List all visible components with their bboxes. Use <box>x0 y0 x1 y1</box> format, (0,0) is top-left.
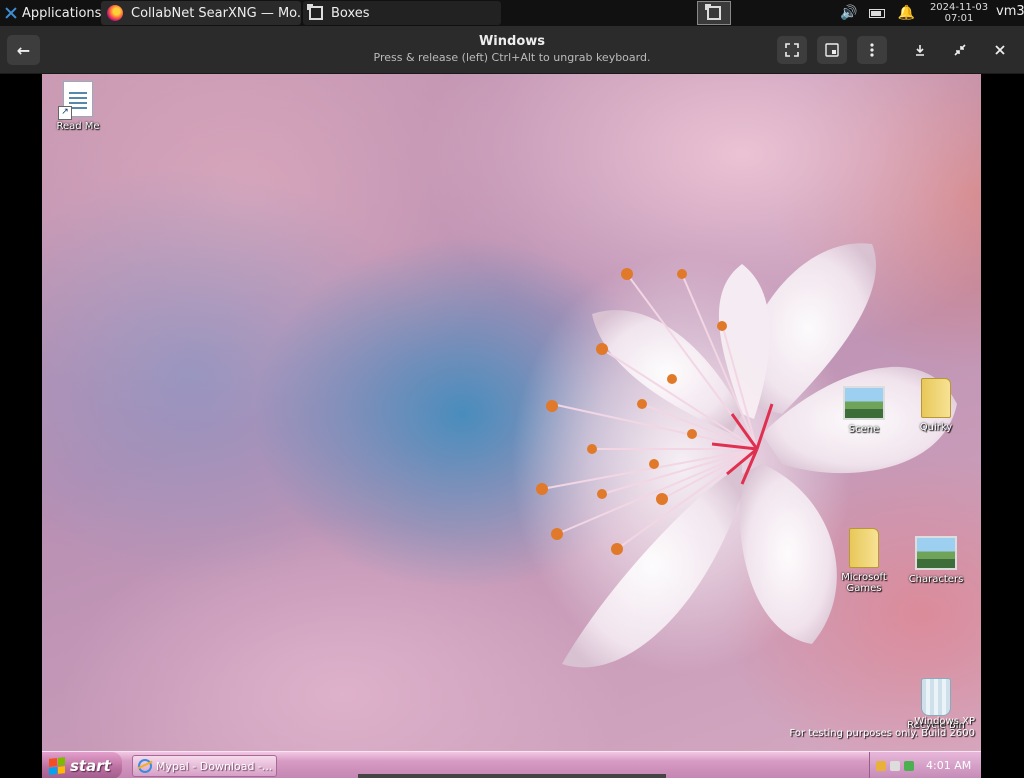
host-clock[interactable]: 2024-11-03 07:01 <box>928 0 990 26</box>
guest-display[interactable]: Read Me Scene Quirky Microsoft Games Cha… <box>42 74 981 778</box>
volume-icon[interactable]: 🔊 <box>840 5 857 21</box>
watermark-line-1: Windows XP <box>914 716 975 727</box>
desktop-icon-scene[interactable]: Scene <box>826 386 902 435</box>
fullscreen-button[interactable] <box>777 36 807 64</box>
watermark-line-2: For testing purposes only. Build 2600 <box>789 728 975 739</box>
taskbar-item-label: Boxes <box>331 5 370 21</box>
desktop-icon-label: Microsoft Games <box>841 572 887 594</box>
desktop-icon-microsoft-games[interactable]: Microsoft Games <box>826 528 902 594</box>
menu-icon <box>870 43 874 57</box>
minimize-icon <box>916 45 924 56</box>
restore-button[interactable] <box>945 36 975 64</box>
taskbar-item-label: Mypal - Download -... <box>156 759 273 773</box>
security-shield-icon[interactable] <box>876 760 886 771</box>
notification-bell-icon[interactable]: 🔔 <box>897 5 914 21</box>
document-icon <box>58 81 93 120</box>
minimize-button[interactable] <box>905 36 935 64</box>
close-icon <box>995 45 1005 55</box>
windows-logo-icon <box>49 756 65 775</box>
system-tray: 🔊 🔔 <box>840 0 915 26</box>
bottom-scroll-indicator <box>358 774 666 778</box>
menu-button[interactable] <box>857 36 887 64</box>
desktop-icon-label: Scene <box>848 424 880 435</box>
clock-date: 2024-11-03 <box>929 2 989 13</box>
xp-clock[interactable]: 4:01 AM <box>926 759 971 772</box>
taskbar-item-firefox[interactable]: CollabNet SearXNG — Mo... <box>101 1 301 25</box>
workspace-button[interactable] <box>697 1 731 25</box>
boxes-header-bar: ← Windows Press & release (left) Ctrl+Al… <box>0 26 1024 74</box>
taskbar-item-label: CollabNet SearXNG — Mo... <box>131 5 301 21</box>
browser-icon <box>138 759 152 773</box>
screenshot-button[interactable] <box>817 36 847 64</box>
restore-icon <box>954 44 966 56</box>
desktop-icon-label: Read Me <box>56 121 100 132</box>
network-icon[interactable] <box>904 760 914 771</box>
close-button[interactable] <box>985 36 1015 64</box>
desktop-icon-characters[interactable]: Characters <box>898 536 974 585</box>
xp-notification-area: 4:01 AM <box>869 752 981 778</box>
build-watermark: Windows XP For testing purposes only. Bu… <box>790 716 975 740</box>
xfce-logo-icon <box>4 6 18 20</box>
taskbar-item-boxes[interactable]: Boxes <box>303 1 501 25</box>
host-top-panel: Applications ⋮ CollabNet SearXNG — Mo...… <box>0 0 1024 26</box>
start-label: start <box>70 756 111 775</box>
firefox-icon <box>107 5 123 21</box>
volume-icon[interactable] <box>890 760 900 771</box>
picture-icon <box>843 386 885 420</box>
folder-icon <box>849 528 879 568</box>
taskbar-item-mypal[interactable]: Mypal - Download -... <box>132 755 277 777</box>
desktop-icon-quirky[interactable]: Quirky <box>898 378 974 433</box>
applications-label: Applications <box>22 5 102 21</box>
recycle-bin-icon <box>921 678 951 716</box>
clock-time: 07:01 <box>944 13 974 24</box>
boxes-icon <box>307 4 323 20</box>
start-button[interactable]: start <box>42 752 122 778</box>
user-menu[interactable]: vm3 <box>996 4 1024 19</box>
battery-icon[interactable] <box>869 8 886 18</box>
folder-icon <box>921 378 951 418</box>
screenshot-icon <box>825 43 839 57</box>
boxes-icon <box>705 4 721 20</box>
desktop-icon-read-me[interactable]: Read Me <box>42 81 116 132</box>
desktop-icon-label: Characters <box>908 574 964 585</box>
desktop-icon-label: Quirky <box>919 422 953 433</box>
fullscreen-icon <box>785 43 799 57</box>
picture-icon <box>915 536 957 570</box>
